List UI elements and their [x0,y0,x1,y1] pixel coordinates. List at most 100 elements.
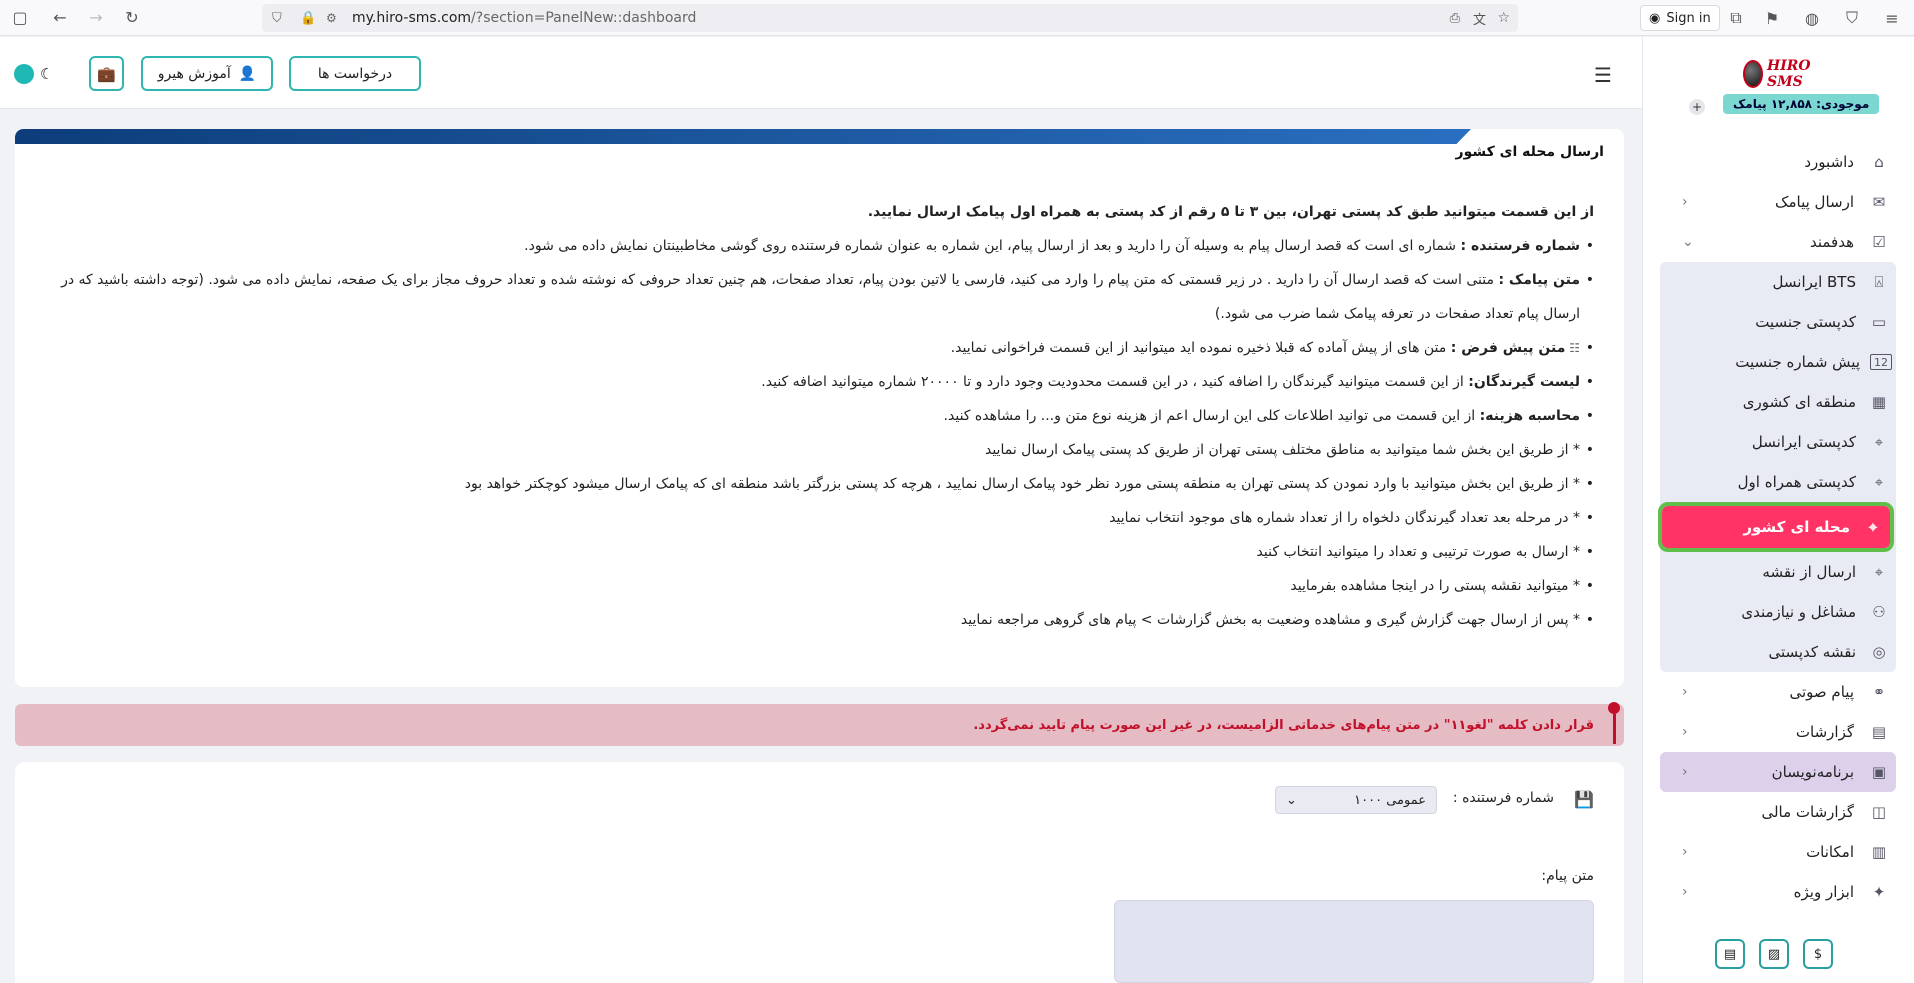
sidebar-item-postcode-map[interactable]: ◎ نقشه کدپستی [1660,632,1896,672]
user-icon: 👤 [238,65,257,82]
bullet-text: * از طریق این بخش میتوانید با وارد نمودن… [464,476,1580,492]
sidebar-item-label: کدپستی ایرانسل [1751,433,1856,451]
instructions-body: از این قسمت میتوانید طبق کد پستی تهران، … [34,195,1594,637]
extension-icon[interactable]: ◍ [1798,4,1826,32]
permissions-icon[interactable]: ⚙ [326,11,337,25]
sign-in-button[interactable]: ◉ Sign in [1640,5,1720,31]
sidebar-item-dashboard[interactable]: ⌂ داشبورد [1642,142,1914,182]
contact-card-icon[interactable]: ▨ [1759,939,1789,969]
alert-text: قرار دادن کلمه "لغو۱۱" در متن پیام‌های خ… [973,717,1594,733]
bullet-text: * ارسال به صورت ترتیبی و تعداد را میتوان… [1256,544,1580,560]
hamburger-menu-icon[interactable]: ☰ [1594,63,1612,87]
address-bar[interactable]: ⛉ 🔒 ⚙ my.hiro-sms.com/?section=PanelNew:… [262,4,1518,32]
card-header-band [15,129,1471,144]
bullet-text: * میتوانید نقشه پستی را در اینجا مشاهده … [1290,578,1580,594]
sidebar-item-label: امکانات [1806,843,1854,861]
sidebar-item-prefix-gender[interactable]: 12 پیش شماره جنسیت [1660,342,1896,382]
sidebar-item-bts-irancell[interactable]: ⍓ BTS ایرانسل [1660,262,1896,302]
sidebar-item-regional[interactable]: ▦ منطقه ای کشوری [1660,382,1896,422]
lock-icon: 🔒 [300,10,317,26]
sidebar-item-reports[interactable]: ▤ گزارشات ‹ [1642,712,1914,752]
list-item: لیست گیرندگان: از این قسمت میتوانید گیرن… [34,365,1594,399]
sidebar-item-label: پیام صوتی [1789,683,1855,701]
extensions-icon[interactable]: ⧉ [1722,4,1750,32]
sidebar-item-label: ارسال پیامک [1775,193,1854,211]
message-textarea[interactable] [1114,900,1594,983]
sidebar-item-postcode-mci[interactable]: ⌖ کدپستی همراه اول [1660,462,1896,502]
forward-icon[interactable]: → [82,4,110,32]
bullet-text: از این قسمت می توانید اطلاعات کلی این ار… [943,408,1480,424]
training-button[interactable]: آموزش هیرو 👤 [141,56,273,91]
map-pin-icon: ⌖ [1874,433,1884,451]
list-item: ☷ متن پیش فرض : متن های از پیش آماده که … [34,331,1594,365]
list-item: * ارسال به صورت ترتیبی و تعداد را میتوان… [34,535,1594,569]
logo-text: HIRO SMS [1766,58,1811,90]
sidebar-item-label: محله ای کشور [1743,518,1850,536]
back-icon[interactable]: ← [46,4,74,32]
bullet-term: شماره فرستنده : [1460,238,1580,254]
browser-icon[interactable]: ▤ [1715,939,1745,969]
shield-icon: ⛉ [272,10,282,26]
list-item: * از طریق این بخش میتوانید با وارد نمودن… [34,467,1594,501]
bullet-text: متنی است که قصد ارسال آن را دارید . در ز… [61,272,1580,322]
sidebar: HIRO SMS موجودی: ۱۲,۸۵۸ پیامک + ⌂ داشبور… [1642,37,1914,983]
sidebar-bottom-buttons: ▤ ▨ $ [1715,939,1833,969]
sidebar-item-postcode-gender[interactable]: ▭ کدپستی جنسیت [1660,302,1896,342]
url-text: my.hiro-sms.com/?section=PanelNew::dashb… [352,10,696,26]
sidebar-item-label: داشبورد [1804,153,1854,171]
tools-icon: ▥ [1871,843,1887,861]
sidebar-item-special-tools[interactable]: ✦ ابزار ویژه ‹ [1642,872,1914,912]
list-item: * از طریق این بخش شما میتوانید به مناطق … [34,433,1594,467]
sidebar-item-label: گزارشات مالی [1761,803,1854,821]
url-path: /?section=PanelNew::dashboard [471,10,697,26]
list-icon: ☷ [1565,341,1580,355]
sidebar-item-label: پیش شماره جنسیت [1735,353,1860,371]
instructions-card: ارسال محله ای کشور از این قسمت میتوانید … [15,129,1624,687]
list-item: * میتوانید نقشه پستی را در اینجا مشاهده … [34,569,1594,603]
id-card-icon: ▭ [1871,313,1887,331]
save-icon[interactable]: 💾 [1574,790,1594,809]
chevron-down-icon: ⌄ [1682,234,1694,250]
translate-icon[interactable]: 文 [1473,9,1486,28]
sidebar-item-features[interactable]: ▥ امکانات ‹ [1642,832,1914,872]
sidebar-item-send-sms[interactable]: ✉ ارسال پیامک ‹ [1642,182,1914,222]
bullet-term: متن پیامک : [1498,272,1580,288]
add-balance-button[interactable]: + [1689,99,1705,115]
chevron-left-icon: ‹ [1682,684,1688,700]
requests-button[interactable]: درخواست ها [289,56,421,91]
target-icon: ☑ [1872,233,1886,251]
list-item: متن پیامک : متنی است که قصد ارسال آن را … [34,263,1594,331]
toggle-knob [14,64,34,84]
sidebar-item-label: منطقه ای کشوری [1742,393,1856,411]
shield-extension-icon[interactable]: ⛉ [1838,4,1866,32]
briefcase-button[interactable]: 💼 [89,56,124,91]
map-pin-icon: ⌖ [1874,563,1884,581]
sidebar-item-jobs[interactable]: ⚇ مشاغل و نیازمندی [1660,592,1896,632]
sidebar-item-neighborhood[interactable]: ⌖ محله ای کشور [1658,502,1894,552]
pin-icon [1608,702,1620,746]
home-icon: ⌂ [1874,153,1884,171]
theme-toggle[interactable]: ☾ [14,61,68,87]
extension-fr-icon[interactable]: ⚑ [1758,4,1786,32]
bullet-text: * از طریق این بخش شما میتوانید به مناطق … [984,442,1580,458]
sidebar-item-voice[interactable]: ⚭ پیام صوتی ‹ [1642,672,1914,712]
sidebar-item-targeted[interactable]: ☑ هدفمند ⌄ [1642,222,1914,262]
number-icon: 12 [1870,354,1892,370]
sidebar-item-financial-reports[interactable]: ◫ گزارشات مالی [1642,792,1914,832]
browser-menu-icon[interactable]: ≡ [1878,4,1906,32]
reader-icon[interactable]: ⎙ [1450,11,1460,26]
sidebar-item-postcode-irancell[interactable]: ⌖ کدپستی ایرانسل [1660,422,1896,462]
sparkle-icon: ✦ [1872,883,1886,901]
moon-icon: ☾ [40,65,54,83]
bookmark-star-icon[interactable]: ☆ [1497,10,1510,26]
sidebar-item-developers[interactable]: ▣ برنامه‌نویسان ‹ [1660,752,1896,792]
send-form-card: 💾 شماره فرستنده : عمومی ۱۰۰۰ ⌄ متن پیام: [15,762,1624,983]
sender-number-select[interactable]: عمومی ۱۰۰۰ ⌄ [1275,786,1437,814]
sidebar-item-send-from-map[interactable]: ⌖ ارسال از نقشه [1660,552,1896,592]
sidebar-toggle-icon[interactable]: ▢ [6,4,34,32]
chevron-left-icon: ‹ [1682,724,1688,740]
sidebar-menu: ⌂ داشبورد ✉ ارسال پیامک ‹ ☑ هدفمند ⌄ ⍓ B… [1642,142,1914,912]
sms-icon: ✉ [1872,193,1886,211]
reload-icon[interactable]: ↻ [118,4,146,32]
dollar-button[interactable]: $ [1803,939,1833,969]
